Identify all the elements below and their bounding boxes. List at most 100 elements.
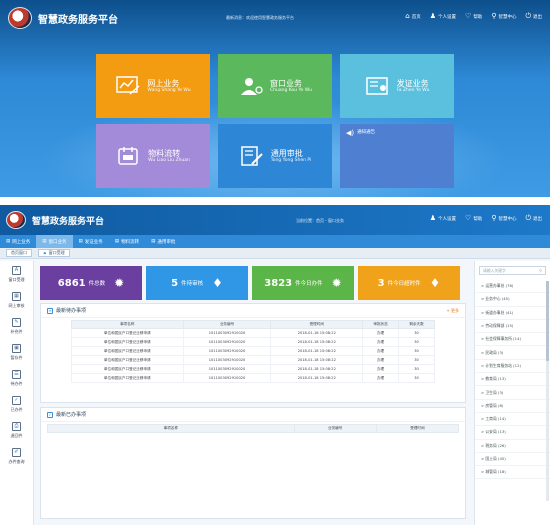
list-item[interactable]: > 街道办事处 (41) xyxy=(475,307,550,320)
cell: 1011003092910020 xyxy=(182,364,272,374)
tile-general-approval[interactable]: 通用审批 Tong Yong Shen Pi xyxy=(218,124,332,188)
list-item[interactable]: > 业务中心 (45) xyxy=(475,293,550,307)
user-icon: ♟ xyxy=(429,214,437,222)
sidebar-item-label: 窗口受理 xyxy=(8,276,25,282)
table-row[interactable]: 单位和居民户口登记迁移申请 1011003092910020 2018-01-18 … xyxy=(71,346,435,356)
list-item[interactable]: > 工商局 (14) xyxy=(475,413,550,427)
tile-material-flow[interactable]: 物料流转 Wu Liao Liu Zhuan xyxy=(96,124,210,188)
cell: 单位和居民户口登记迁移申请 xyxy=(71,328,184,338)
crumb-home[interactable]: 首页窗口 xyxy=(6,249,32,257)
grid-icon: ▦ xyxy=(12,291,21,301)
list-item[interactable]: > 房管局 (8) xyxy=(475,400,550,413)
tile-notice[interactable]: ◀) 通知通告 xyxy=(340,124,454,188)
sidebar-item-todo[interactable]: ☰ 待办件 xyxy=(0,365,33,391)
sidebar-item-query[interactable]: ✐ 办件查询 xyxy=(0,443,33,469)
pen-icon: ✐ xyxy=(12,447,21,457)
tab-online-business[interactable]: ▤ 网上业务 xyxy=(0,235,36,248)
scrollbar-thumb[interactable] xyxy=(546,281,549,361)
calendar-icon xyxy=(116,145,142,167)
cell: 1011003092910020 xyxy=(182,346,272,356)
table-row[interactable]: 单位和居民户口登记迁移申请 1011003092910020 2018-01-18 … xyxy=(71,337,435,347)
table-header-row: 事项名称 业务编号 受理时间 xyxy=(47,424,460,433)
tile-certificate-business[interactable]: 发证业务 Fa Zhen Ye Wu xyxy=(340,54,454,118)
nav-help[interactable]: ♡ 帮助 xyxy=(465,13,482,20)
stat-number: 3 xyxy=(377,277,385,289)
tab-window-business[interactable]: ▤ 窗口业务 xyxy=(36,235,73,248)
nav-label: 帮助 xyxy=(473,14,483,20)
cell: 30 xyxy=(398,364,435,374)
tile-name: 窗口业务 xyxy=(270,78,302,88)
tile-online-business[interactable]: 网上业务 Wang Shang Ye Wu xyxy=(96,54,210,118)
more-link[interactable]: + 更多 xyxy=(446,308,459,314)
list-item[interactable]: > 劳动保障部 (15) xyxy=(475,320,550,334)
table-row[interactable]: 单位和居民户口登记迁移申请 1011003092910020 2018-01-18 … xyxy=(71,328,435,338)
list-item[interactable]: > 教育局 (13) xyxy=(475,373,550,387)
list-item[interactable]: > 社会保障事务所 (14) xyxy=(475,333,550,347)
nav-center[interactable]: ⚲ 智慧中心 xyxy=(491,215,516,222)
drop-icon: ♦ xyxy=(212,276,223,290)
tile-name: 通用审批 xyxy=(270,148,303,158)
nav-label: 帮助 xyxy=(473,216,483,222)
nav-help[interactable]: ♡ 帮助 xyxy=(465,215,482,222)
sidebar-item-online-review[interactable]: ▦ 网上审核 xyxy=(0,287,33,313)
nav-settings[interactable]: ♟ 个人设置 xyxy=(430,215,456,222)
table-row[interactable]: 单位和居民户口登记迁移申请 1011003092910020 2018-01-18 … xyxy=(71,355,435,365)
document-edit-icon xyxy=(239,145,265,167)
sidebar-item-done[interactable]: ✓ 已办件 xyxy=(0,391,33,417)
sidebar-item-returned[interactable]: ⎙ 退回件 xyxy=(0,417,33,443)
stat-card-today[interactable]: 3823 件今日办件 ✹ xyxy=(252,266,354,300)
list-item[interactable]: > 城管局 (18) xyxy=(475,466,550,480)
tab-label: 网上业务 xyxy=(12,239,31,245)
sidebar-item-supplement[interactable]: ✎ 补充件 xyxy=(0,313,33,339)
list-item[interactable]: > 国土局 (45) xyxy=(475,453,550,467)
list-item[interactable]: > 计划生育服务站 (12) xyxy=(475,360,550,374)
tab-general-approval[interactable]: ▤ 通用审批 xyxy=(145,235,181,248)
nav-logout[interactable]: ⏻ 退出 xyxy=(525,215,542,222)
nav-logout[interactable]: ⏻ 退出 xyxy=(525,13,542,20)
right-department-list: 请输入关键字 ⚲ > 运营办事处 (76) > 业务中心 (45) > 街道办事处… xyxy=(474,261,550,525)
header-notice: 最新消息：欢迎使用智慧政务服务平台 xyxy=(226,15,294,20)
home-icon: ⌂ xyxy=(405,12,410,20)
list-item[interactable]: > 公安局 (13) xyxy=(475,426,550,440)
breadcrumb: 首页窗口 ⚑ 窗口受理 xyxy=(0,248,550,259)
sun-icon: ✹ xyxy=(114,276,125,290)
nav-settings[interactable]: ♟ 个人设置 xyxy=(430,13,456,20)
help-icon: ♡ xyxy=(465,12,472,20)
table-header-row: 事项名称 业务编号 受理时间 审批状态 剩余天数 xyxy=(71,320,435,329)
panel-title: ✓ 最新已办事项 xyxy=(41,408,465,422)
cell: 办理 xyxy=(362,373,400,383)
table-row[interactable]: 单位和居民户口登记迁移申请 1011003092910020 2018-01-18 … xyxy=(71,364,435,374)
stat-label: 件今日办件 xyxy=(295,281,323,287)
list-item[interactable]: > 卫生局 (3) xyxy=(475,386,550,400)
cell: 30 xyxy=(398,346,435,356)
portal-screen: 智慧政务服务平台 最新消息：欢迎使用智慧政务服务平台 ⌂ 首页 ♟ 个人设置 ♡ 帮助… xyxy=(0,0,550,197)
cell: 2018-01-18 15:08:22 xyxy=(270,337,364,347)
done-table: 事项名称 业务编号 受理时间 xyxy=(47,424,460,433)
stat-card-total[interactable]: 6861 件总数 ✹ xyxy=(40,266,142,300)
table-wrap: 事项名称 业务编号 受理时间 xyxy=(41,422,465,433)
col-header: 受理时间 xyxy=(375,424,460,433)
crumb-current[interactable]: ⚑ 窗口受理 xyxy=(38,249,70,257)
stat-card-overdue[interactable]: 3 件今日超时件 ♦ xyxy=(358,266,460,300)
list-item[interactable]: > 运营办事处 (76) xyxy=(475,280,550,294)
sidebar-item-accept[interactable]: A 窗口受理 xyxy=(0,261,33,287)
list-item[interactable]: > 税务局 (26) xyxy=(475,440,550,453)
cell: 2018-01-18 15:08:22 xyxy=(270,373,364,383)
nav-center[interactable]: ⚲ 智慧中心 xyxy=(491,13,516,20)
tab-certificate-business[interactable]: ▤ 发证业务 xyxy=(73,235,109,248)
col-header: 业务编号 xyxy=(293,424,377,433)
stat-card-pending[interactable]: 5 件待审核 ♦ xyxy=(146,266,248,300)
chart-icon xyxy=(115,75,141,97)
app-title: 智慧政务服务平台 xyxy=(32,216,105,227)
table-row[interactable]: 单位和居民户口登记迁移申请 1011003092910020 2018-01-18 … xyxy=(71,373,435,383)
sidebar-item-draft[interactable]: ▣ 暂存件 xyxy=(0,339,33,365)
tile-window-business[interactable]: 窗口业务 Chuang Kou Ye Wu xyxy=(218,54,332,118)
list-item[interactable]: > 民政局 (3) xyxy=(475,346,550,360)
nav-label: 智慧中心 xyxy=(498,216,517,222)
tab-material-flow[interactable]: ▤ 物料流转 xyxy=(109,235,145,248)
scrollbar[interactable] xyxy=(546,281,549,501)
cell: 30 xyxy=(398,373,435,383)
nav-home[interactable]: ⌂ 首页 xyxy=(405,13,420,20)
search-input[interactable]: 请输入关键字 ⚲ xyxy=(479,266,546,275)
drop-icon: ♦ xyxy=(429,276,441,290)
